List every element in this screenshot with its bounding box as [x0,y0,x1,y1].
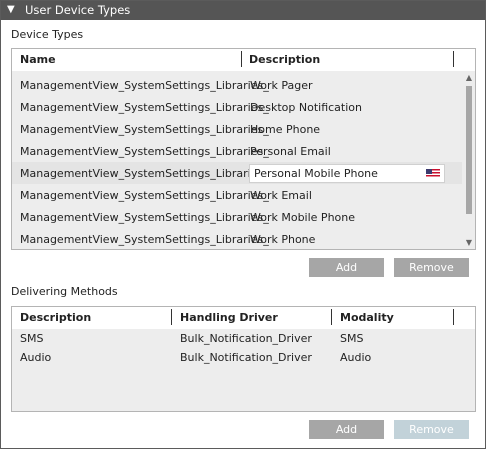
cell-name: ManagementView_SystemSettings_Libraries_ [20,145,269,158]
table-row[interactable]: ManagementView_SystemSettings_Libraries_… [12,228,462,249]
cell-description: Desktop Notification [250,101,362,114]
column-header-description[interactable]: Description [249,53,320,66]
column-header-name[interactable]: Name [20,53,56,66]
column-separator[interactable] [241,51,242,67]
table-row[interactable]: Audio Bulk_Notification_Driver Audio [12,348,473,370]
cell-handling-driver: Bulk_Notification_Driver [180,332,312,345]
section-title: User Device Types [25,3,131,17]
column-separator[interactable] [171,309,172,325]
device-types-remove-button[interactable]: Remove [394,258,469,277]
cell-description: Audio [20,351,52,364]
device-types-header-row: Name Description [12,49,475,71]
us-flag-icon[interactable] [426,169,440,178]
column-separator[interactable] [453,309,454,325]
cell-description: Work Pager [250,79,313,92]
cell-description: Work Phone [250,233,316,246]
cell-modality: SMS [340,332,364,345]
cell-name: ManagementView_SystemSettings_Libraries_ [20,123,269,136]
table-row[interactable]: ManagementView_SystemSettings_Libraries_… [12,74,462,96]
cell-name: ManagementView_SystemSettings_Libraries_ [20,101,269,114]
device-types-table: Name Description ManagementView_SystemSe… [11,48,476,250]
scroll-up-icon[interactable]: ▲ [465,73,473,82]
column-header-description[interactable]: Description [20,311,91,324]
column-header-modality[interactable]: Modality [340,311,394,324]
delivering-methods-add-button[interactable]: Add [309,420,384,439]
description-edit-field[interactable]: Personal Mobile Phone [249,164,445,183]
cell-description: Personal Email [250,145,331,158]
cell-name: ManagementView_SystemSettings_Libraries_ [20,79,269,92]
user-device-types-window: ▼ User Device Types Device Types Name De… [0,0,486,449]
cell-modality: Audio [340,351,372,364]
cell-handling-driver: Bulk_Notification_Driver [180,351,312,364]
scroll-down-icon[interactable]: ▼ [465,238,473,247]
table-row[interactable]: ManagementView_SystemSettings_Libraries_… [12,206,462,228]
cell-name: ManagementView_SystemSettings_Libraries_ [20,167,269,180]
collapse-triangle-icon[interactable]: ▼ [7,4,15,15]
column-separator[interactable] [453,51,454,67]
column-header-handling-driver[interactable]: Handling Driver [180,311,278,324]
table-row[interactable]: ManagementView_SystemSettings_Libraries_… [12,162,462,184]
column-separator[interactable] [331,309,332,325]
table-row[interactable]: ManagementView_SystemSettings_Libraries_… [12,184,462,206]
cell-name: ManagementView_SystemSettings_Libraries_ [20,189,269,202]
cell-description: Home Phone [250,123,321,136]
cell-description: SMS [20,332,44,345]
description-edit-value: Personal Mobile Phone [254,167,378,180]
device-types-label: Device Types [11,28,84,41]
cell-name: ManagementView_SystemSettings_Libraries_ [20,211,269,224]
delivering-methods-header-row: Description Handling Driver Modality [12,307,475,329]
delivering-methods-table: Description Handling Driver Modality SMS… [11,306,476,412]
section-header[interactable]: ▼ User Device Types [1,1,485,20]
cell-description: Work Email [250,189,312,202]
table-row[interactable]: ManagementView_SystemSettings_Libraries_… [12,96,462,118]
delivering-methods-label: Delivering Methods [11,285,118,298]
cell-name: ManagementView_SystemSettings_Libraries_ [20,233,269,246]
table-row[interactable]: ManagementView_SystemSettings_Libraries_… [12,118,462,140]
cell-description: Work Mobile Phone [250,211,356,224]
device-types-add-button[interactable]: Add [309,258,384,277]
table-row[interactable]: ManagementView_SystemSettings_Libraries_… [12,140,462,162]
delivering-methods-remove-button[interactable]: Remove [394,420,469,439]
vertical-scrollbar[interactable]: ▲ ▼ [463,71,475,249]
scroll-thumb[interactable] [466,86,472,214]
